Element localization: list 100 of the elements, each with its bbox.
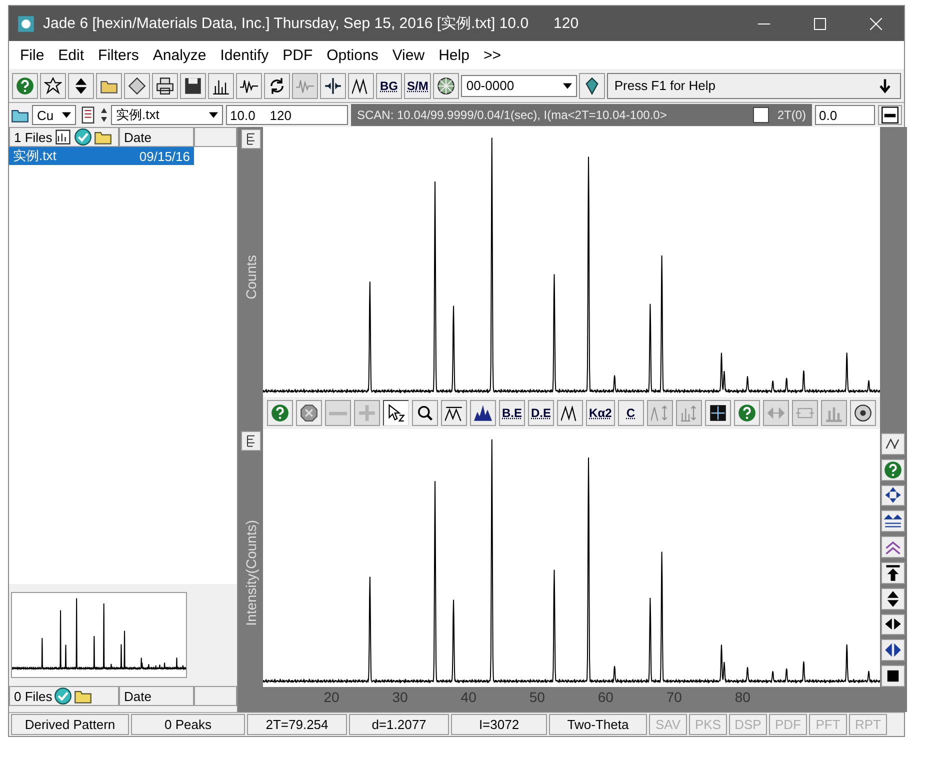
toolbar-button[interactable] — [348, 72, 374, 98]
menu-item[interactable]: PDF — [276, 46, 320, 64]
menu-item[interactable]: Help — [432, 46, 476, 64]
column-header[interactable]: 0 Files — [9, 686, 119, 706]
status-field: PDF — [769, 714, 807, 735]
range-field[interactable]: 10.0 120 — [226, 105, 348, 125]
pdf-number-dropdown[interactable]: 00-0000 — [461, 74, 578, 96]
bars-arrow-icon — [680, 404, 698, 422]
side-tool-button[interactable] — [881, 484, 906, 506]
plus-icon — [358, 404, 376, 422]
menu-item[interactable]: Analyze — [146, 46, 214, 64]
side-tool-button[interactable] — [881, 433, 906, 455]
left-right-arrow-icon — [884, 641, 902, 660]
peak-fit-icon — [445, 404, 463, 422]
plot-tool-button[interactable] — [412, 400, 438, 426]
status-field: PFT — [809, 714, 847, 735]
menu-item[interactable]: View — [385, 46, 432, 64]
plot-tool-button[interactable] — [850, 400, 876, 426]
toolbar-button[interactable] — [124, 72, 150, 98]
column-header[interactable]: 1 Files — [9, 127, 119, 147]
gem-icon — [583, 76, 602, 94]
plot-tool-button[interactable] — [470, 400, 496, 426]
help-icon — [738, 404, 756, 422]
x-tick-label: 60 — [598, 689, 614, 705]
plot-tool-button[interactable] — [383, 400, 409, 426]
toolbar-button[interactable] — [40, 72, 66, 98]
plot-tool-button[interactable] — [296, 400, 322, 426]
menu-item[interactable]: Options — [320, 46, 386, 64]
plot-tool-button[interactable]: B.E — [499, 400, 526, 426]
caret-icon — [209, 112, 218, 118]
menu-item[interactable]: Filters — [91, 46, 146, 64]
ruler-button[interactable] — [240, 129, 260, 149]
spinner-icon[interactable] — [100, 107, 108, 123]
file-count: 0 Files — [14, 688, 52, 704]
caret-icon — [62, 112, 71, 118]
offset-label: 2T(0) — [777, 108, 806, 122]
panel-icon — [881, 106, 899, 124]
plot-tool-button[interactable] — [441, 400, 467, 426]
date-column-header[interactable]: Date — [119, 686, 194, 706]
caret-icon — [563, 82, 572, 88]
status-field: DSP — [729, 714, 767, 735]
toolbar-button[interactable] — [433, 72, 460, 98]
radiation-dropdown[interactable]: Cu — [32, 105, 76, 125]
menu-item[interactable]: >> — [476, 46, 508, 64]
diamond-icon — [128, 76, 146, 94]
toolbar-button[interactable] — [68, 72, 94, 98]
toolbar-button[interactable] — [208, 72, 234, 98]
peaks-arrow-icon — [650, 404, 669, 422]
toolbar-button[interactable] — [264, 72, 290, 98]
four-arrows-icon — [884, 486, 902, 504]
toolbar-button[interactable]: BG — [376, 72, 402, 98]
x-tick-label: 80 — [734, 689, 750, 705]
scan-info: SCAN: 10.04/99.9999/0.04/1(sec), I(ma<2T=10.04-100.0> — [357, 108, 668, 122]
panel-button[interactable] — [878, 105, 902, 125]
side-tool-button[interactable] — [881, 665, 906, 687]
grid-icon — [708, 404, 727, 422]
menu-item[interactable]: File — [13, 46, 52, 64]
status-field: 0 Peaks — [131, 714, 245, 735]
side-tool-button[interactable] — [881, 639, 906, 662]
menu-item[interactable]: Edit — [51, 46, 92, 64]
document-icon — [79, 106, 97, 124]
help-field: Press F1 for Help — [607, 72, 901, 98]
y-axis-label: Counts — [242, 254, 258, 300]
x-tick-label: 30 — [392, 689, 408, 705]
side-tool-button[interactable] — [881, 562, 906, 584]
status-field: SAV — [649, 714, 687, 735]
toolbar-button[interactable] — [320, 72, 346, 98]
x-tick-label: 40 — [460, 689, 476, 705]
toolbar-button[interactable] — [96, 72, 122, 98]
date-column-header[interactable]: Date — [119, 127, 194, 147]
toolbar-button[interactable] — [152, 72, 178, 98]
file-dropdown[interactable]: 实例.txt — [111, 105, 223, 125]
offset-field[interactable]: 0.0 — [815, 105, 875, 125]
side-tool-button[interactable] — [881, 614, 906, 636]
octagon-x-icon — [300, 404, 318, 422]
plot-tool-button[interactable]: D.E — [528, 400, 554, 426]
status-field: PKS — [689, 714, 727, 735]
file-row[interactable]: 实例.txt 09/15/16 — [9, 147, 194, 165]
disc-icon — [854, 404, 872, 422]
side-tool-button[interactable] — [881, 510, 906, 532]
toolbar-button[interactable] — [579, 72, 606, 98]
x-tick-label: 20 — [324, 689, 340, 705]
star-icon — [44, 76, 62, 94]
plot-tool-button[interactable] — [704, 400, 731, 426]
file-name: 实例.txt — [13, 147, 56, 165]
toolbar-button[interactable]: S/M — [404, 72, 432, 98]
filled-peaks-icon — [474, 404, 492, 422]
status-field: RPT — [849, 714, 887, 735]
toolbar-button[interactable] — [180, 72, 206, 98]
x-tick-label: 50 — [529, 689, 545, 705]
ruler-button[interactable] — [240, 431, 260, 451]
menu-item[interactable]: Identify — [213, 46, 276, 64]
side-tool-button[interactable] — [881, 588, 906, 610]
plot-tool-button[interactable]: Kα2 — [586, 400, 615, 426]
plot-tool-button[interactable]: C — [618, 400, 644, 426]
toolbar-button[interactable] — [236, 72, 262, 98]
top-arrow-icon — [884, 564, 902, 582]
status-field: Derived Pattern — [11, 714, 129, 735]
offset-checkbox[interactable] — [753, 107, 770, 123]
plot-tool-button[interactable] — [557, 400, 584, 426]
